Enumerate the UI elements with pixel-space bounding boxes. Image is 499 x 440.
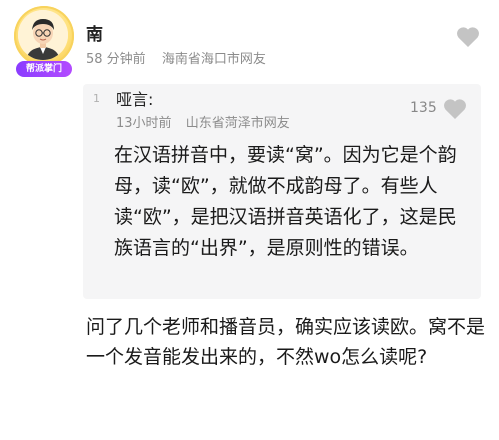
comment-author[interactable]: 南	[86, 20, 103, 45]
reply-author[interactable]: 哑言:	[116, 86, 153, 110]
reply-location: 山东省菏泽市网友	[185, 116, 290, 131]
comment-text: 问了几个老师和播音员，确实应该读欧。窝不是一个发音能发出来的，不然wo怎么读呢?	[86, 316, 486, 368]
heart-icon	[457, 27, 479, 47]
reply-like-button[interactable]	[443, 98, 467, 120]
avatar[interactable]: 帮派掌门	[12, 6, 78, 82]
heart-icon	[444, 99, 466, 119]
comment-location: 海南省海口市网友	[161, 52, 266, 67]
like-button[interactable]	[456, 26, 480, 48]
reply-like-count: 135	[410, 100, 437, 116]
rank-badge: 帮派掌门	[16, 61, 72, 77]
comment-meta: 58 分钟前 海南省海口市网友	[86, 48, 266, 67]
reply-text: 在汉语拼音中，要读“窝”。因为它是个韵母，读“欧”，就做不成韵母了。有些人读“欧…	[114, 144, 457, 259]
reply-index: 1	[93, 92, 100, 105]
person-icon	[18, 10, 68, 60]
comment-time: 58 分钟前	[86, 52, 146, 67]
avatar-image	[18, 10, 68, 60]
reply-meta: 13小时前 山东省菏泽市网友	[116, 112, 290, 131]
reply-time: 13小时前	[116, 116, 172, 131]
